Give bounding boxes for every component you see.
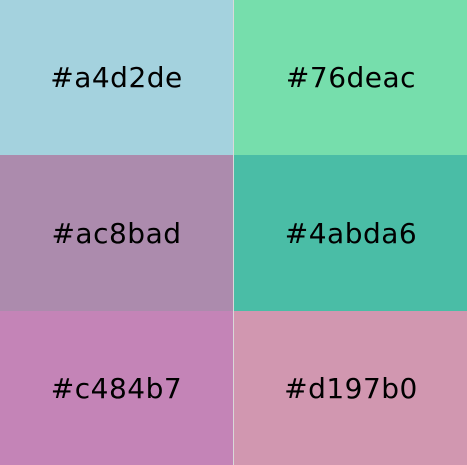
swatch-label: #4abda6 [284,216,418,250]
swatch-76deac: #76deac [234,0,467,155]
swatch-a4d2de: #a4d2de [0,0,233,155]
swatch-label: #d197b0 [284,371,418,405]
swatch-label: #a4d2de [50,61,183,94]
color-swatch-grid: #a4d2de #76deac #ac8bad #4abda6 #c484b7 … [0,0,467,465]
swatch-d197b0: #d197b0 [234,311,467,465]
swatch-label: #c484b7 [50,371,183,405]
swatch-4abda6: #4abda6 [234,155,467,311]
swatch-ac8bad: #ac8bad [0,155,233,311]
swatch-c484b7: #c484b7 [0,311,233,465]
swatch-label: #76deac [285,61,417,94]
swatch-label: #ac8bad [51,216,182,250]
